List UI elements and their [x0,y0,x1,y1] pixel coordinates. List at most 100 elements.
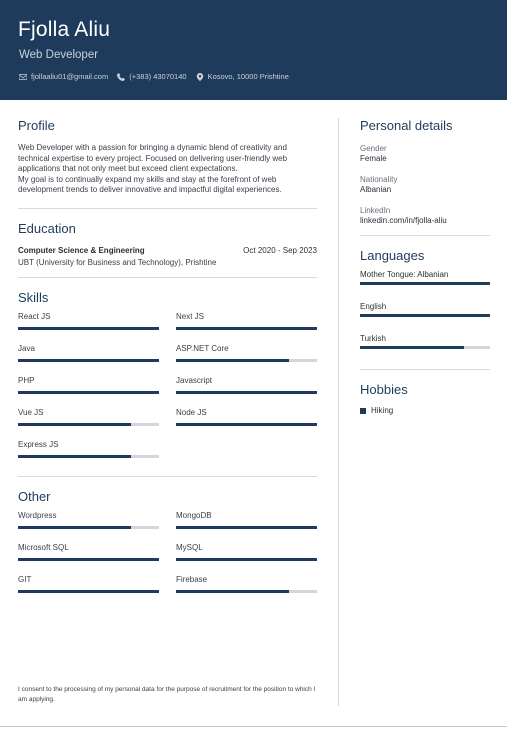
languages-list: Mother Tongue: Albanian English Turkish [360,270,490,366]
linkedin-block: LinkedIn linkedin.com/in/fjolla-aliu [360,206,490,225]
profile-paragraph-1: Web Developer with a passion for bringin… [18,143,288,173]
job-title: Web Developer [19,49,99,61]
other-skill-item: Microsoft SQL [18,543,159,575]
skill-item: ASP.NET Core [176,344,317,376]
other-skill-item: MySQL [176,543,317,575]
language-level-fill [360,282,490,285]
contact-row: fjollaaliu01@gmail.com (+383) 43070140 K… [19,72,289,81]
language-level-bar [360,314,490,317]
skill-level-bar [176,422,317,426]
skill-level-fill [18,326,159,330]
hobby-label: Hiking [371,406,394,415]
hobbies-heading: Hobbies [360,382,408,397]
language-level-bar [360,282,490,285]
nationality-value: Albanian [360,185,392,194]
email-text: fjollaaliu01@gmail.com [31,72,109,81]
contact-location: Kosovo, 10000 Prishtine [196,72,289,81]
skill-item: Vue JS [18,408,159,440]
column-divider [338,118,339,706]
location-icon [196,72,203,81]
gender-block: Gender Female [360,144,490,163]
profile-heading: Profile [18,118,55,133]
language-level-fill [360,314,490,317]
skills-grid: React JS Next JS Java ASP.NET Core PHP Javasc… [18,312,317,472]
language-item: Turkish [360,334,490,366]
education-degree: Computer Science & Engineering [18,245,145,255]
other-heading: Other [18,488,51,504]
education-dates: Oct 2020 - Sep 2023 [243,245,317,255]
language-level-bar [360,346,490,349]
skill-item: Express JS [18,440,159,472]
section-divider [18,276,317,278]
other-skill-label: MongoDB [176,510,212,520]
language-level-fill [360,346,464,349]
right-column: Personal details Gender Female Nationali… [360,118,490,415]
skill-label: PHP [18,375,35,385]
linkedin-label: LinkedIn [360,206,391,215]
contact-phone[interactable]: (+383) 43070140 [117,72,187,81]
language-label: English [360,302,387,311]
skill-item: Java [18,344,159,376]
other-skill-level-bar [18,557,159,561]
contact-email[interactable]: fjollaaliu01@gmail.com [19,72,108,81]
skill-item: React JS [18,312,159,344]
gender-label: Gender [360,144,387,153]
skill-level-bar [18,390,159,394]
skill-level-bar [176,326,317,330]
skill-level-fill [18,454,131,458]
skill-label: Vue JS [18,407,44,417]
skill-level-bar [18,358,159,362]
skill-level-bar [18,454,159,458]
section-divider [18,207,317,209]
other-skill-label: GIT [18,574,32,584]
profile-summary: Web Developer with a passion for bringin… [18,143,317,196]
other-skill-level-fill [18,589,159,593]
languages-heading: Languages [360,248,425,263]
other-skill-level-bar [176,525,317,529]
skill-level-fill [176,358,289,362]
location-text: Kosovo, 10000 Prishtine [207,72,289,81]
hobby-item: Hiking [360,406,490,415]
skill-label: Node JS [176,407,207,417]
skill-level-fill [18,422,131,426]
skill-item: PHP [18,376,159,408]
language-item: English [360,302,490,334]
page-bottom-border [0,726,507,727]
nationality-label: Nationality [360,175,398,184]
skill-level-bar [18,422,159,426]
other-grid: Wordpress MongoDB Microsoft SQL MySQL GIT Fir… [18,511,317,607]
other-skill-label: Wordpress [18,510,57,520]
other-skill-level-fill [18,557,159,561]
other-skill-level-bar [18,589,159,593]
other-skill-label: Microsoft SQL [18,542,69,552]
other-skill-label: Firebase [176,574,208,584]
personal-heading: Personal details [360,118,453,133]
other-skill-level-fill [176,525,317,529]
phone-text: (+383) 43070140 [129,72,187,81]
education-school: UBT (University for Business and Technol… [18,257,217,267]
nationality-block: Nationality Albanian [360,175,490,194]
skill-item: Node JS [176,408,317,440]
other-skill-item: GIT [18,575,159,607]
skill-item: Next JS [176,312,317,344]
linkedin-link[interactable]: linkedin.com/in/fjolla-aliu [360,216,490,225]
gender-value: Female [360,154,387,163]
skill-label: Javascript [176,375,213,385]
hobbies-list: Hiking [360,406,490,415]
phone-icon [117,72,126,81]
other-skill-level-fill [176,557,317,561]
skill-level-fill [176,390,317,394]
language-label: Mother Tongue: Albanian [360,270,449,279]
skill-level-fill [18,390,159,394]
other-skill-level-bar [176,557,317,561]
section-divider [360,235,490,236]
education-entry: Computer Science & Engineering Oct 2020 … [18,246,317,255]
consent-note: I consent to the processing of my person… [18,686,316,703]
skill-level-fill [176,326,317,330]
bullet-square-icon [360,407,366,414]
other-skill-item: MongoDB [176,511,317,543]
other-skill-level-bar [18,525,159,529]
profile-paragraph-2: My goal is to continually expand my skil… [18,174,282,195]
skill-label: Express JS [18,439,59,449]
person-name: Fjolla Aliu [18,18,111,41]
